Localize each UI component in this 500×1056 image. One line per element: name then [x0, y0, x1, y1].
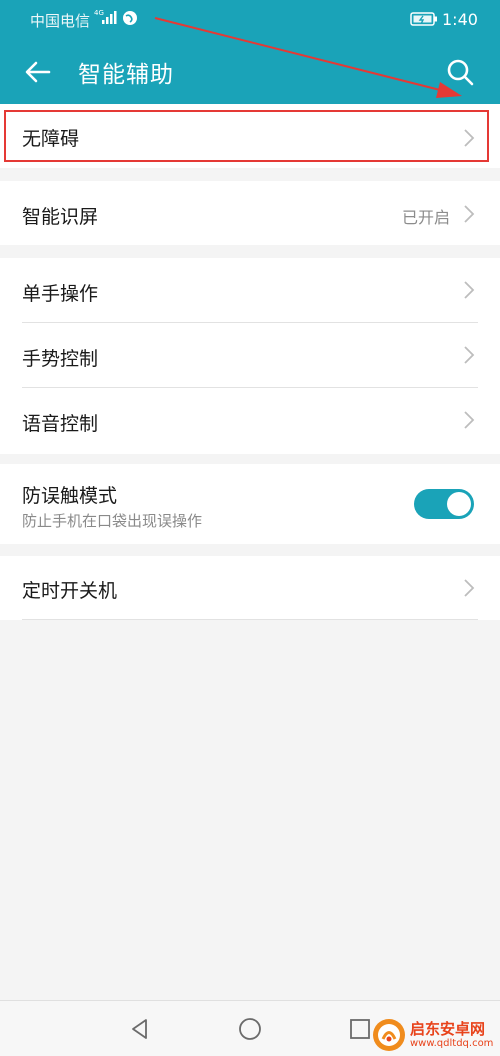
- highlight-box: [4, 110, 489, 162]
- watermark: 启东安卓网 www.qdltdq.com: [372, 1016, 500, 1056]
- top-bar: 中国电信 4G 1:40 智能辅助: [0, 0, 500, 104]
- page-title: 智能辅助: [78, 62, 174, 88]
- watermark-logo-icon: [373, 1019, 405, 1051]
- battery-icon: [410, 12, 437, 26]
- settings-item-smart-screen[interactable]: 智能识屏 已开启: [0, 181, 500, 245]
- search-icon[interactable]: [444, 56, 476, 88]
- settings-item-label: 手势控制: [22, 348, 99, 370]
- settings-item-label: 单手操作: [22, 283, 99, 305]
- signal-icon: 4G: [94, 9, 117, 24]
- settings-item-gesture[interactable]: 手势控制: [0, 323, 500, 387]
- chevron-right-icon: [464, 579, 475, 597]
- chevron-right-icon: [464, 205, 475, 223]
- chevron-right-icon: [464, 346, 475, 364]
- watermark-url: www.qdltdq.com: [410, 1038, 494, 1049]
- status-bar: 中国电信 4G 1:40: [0, 0, 500, 38]
- nav-recents-icon[interactable]: [348, 1017, 372, 1041]
- watermark-name: 启东安卓网: [410, 1020, 486, 1038]
- nav-home-icon[interactable]: [238, 1017, 262, 1041]
- status-value: 已开启: [402, 208, 451, 227]
- toggle-knob: [447, 492, 471, 516]
- settings-group-controls: 单手操作 手势控制 语音控制: [0, 258, 500, 454]
- settings-item-label: 定时开关机: [22, 580, 118, 602]
- chevron-right-icon: [464, 411, 475, 429]
- settings-item-voice[interactable]: 语音控制: [0, 388, 500, 454]
- settings-item-scheduled-power[interactable]: 定时开关机: [0, 556, 500, 620]
- settings-item-label: 防误触模式: [22, 485, 118, 507]
- divider: [22, 619, 478, 620]
- pocket-mode-toggle[interactable]: [414, 489, 474, 519]
- globe-icon: [123, 11, 137, 25]
- back-arrow-icon[interactable]: [22, 56, 54, 88]
- chevron-right-icon: [464, 281, 475, 299]
- settings-item-label: 智能识屏: [22, 206, 99, 228]
- app-bar: 智能辅助: [0, 38, 500, 104]
- nav-back-icon[interactable]: [128, 1017, 152, 1041]
- carrier-label: 中国电信: [30, 12, 91, 30]
- settings-item-one-hand[interactable]: 单手操作: [0, 258, 500, 322]
- network-type-label: 4G: [94, 9, 104, 17]
- settings-item-description: 防止手机在口袋出现误操作: [22, 512, 203, 530]
- clock-label: 1:40: [442, 10, 478, 29]
- settings-item-label: 语音控制: [22, 413, 99, 435]
